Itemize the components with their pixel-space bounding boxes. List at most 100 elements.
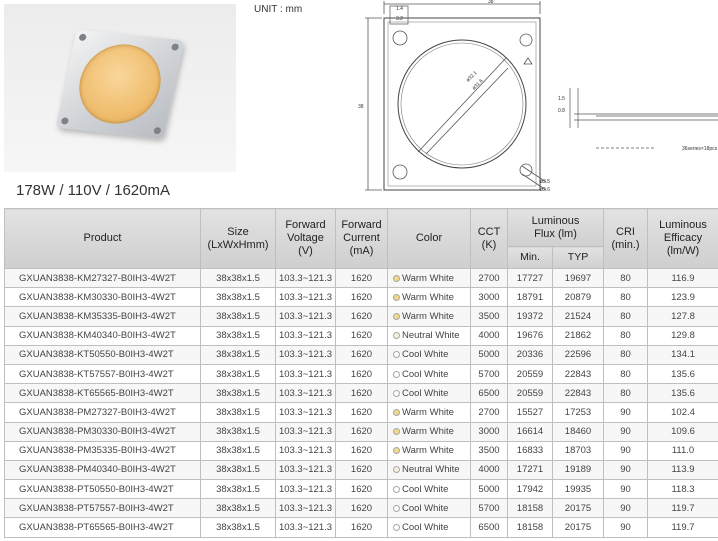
- flux-typ-cell: 19189: [551, 459, 605, 481]
- product-cell: GXUAN3838-PT50550-B0IH3-4W2T: [4, 479, 201, 500]
- color-label: Cool White: [402, 349, 449, 361]
- efficacy-cell: 116.9: [647, 267, 718, 289]
- table-row: GXUAN3838-KM27327-B0IH3-4W2T 38x38x1.5 103…: [4, 267, 718, 289]
- side-view-drawing: 1.5 0.8 36series×18pcs: [558, 88, 718, 152]
- voltage-cell: 103.3~121.3: [275, 421, 336, 442]
- table-row: GXUAN3838-KM40340-B0IH3-4W2T 38x38x1.5 103…: [4, 325, 718, 346]
- color-label: Warm White: [402, 426, 454, 438]
- color-label: Neutral White: [402, 330, 460, 342]
- flux-typ-cell: 20175: [551, 498, 605, 519]
- flux-typ-cell: 21862: [551, 325, 605, 346]
- voltage-cell: 103.3~121.3: [275, 306, 336, 327]
- header-flux-typ: TYP: [551, 246, 605, 269]
- header-forward-current: Forward Current (mA): [335, 208, 388, 269]
- cct-cell: 5700: [470, 363, 508, 385]
- color-cell: Neutral White: [387, 459, 471, 481]
- color-label: Cool White: [402, 368, 449, 380]
- efficacy-cell: 102.4: [647, 402, 718, 423]
- color-label: Warm White: [402, 272, 454, 284]
- table-row: GXUAN3838-KM30330-B0IH3-4W2T 38x38x1.5 103…: [4, 287, 718, 308]
- flux-typ-cell: 17253: [551, 402, 605, 423]
- size-cell: 38x38x1.5: [200, 421, 276, 442]
- efficacy-cell: 111.0: [647, 440, 718, 461]
- cct-cell: 6500: [470, 517, 508, 538]
- size-cell: 38x38x1.5: [200, 402, 276, 423]
- voltage-cell: 103.3~121.3: [275, 325, 336, 346]
- flux-min-cell: 20559: [507, 383, 553, 404]
- color-swatch-icon: [393, 485, 400, 493]
- color-label: Cool White: [402, 522, 449, 534]
- color-cell: Warm White: [387, 306, 471, 327]
- mounting-hole-outline: [392, 30, 408, 46]
- current-cell: 1620: [335, 344, 388, 365]
- product-cell: GXUAN3838-KM35335-B0IH3-4W2T: [4, 306, 201, 327]
- color-cell: Warm White: [387, 440, 471, 461]
- voltage-cell: 103.3~121.3: [275, 498, 336, 519]
- voltage-cell: 103.3~121.3: [275, 459, 336, 481]
- hole-b-value: ø2.6: [540, 187, 550, 193]
- unit-label: UNIT : mm: [254, 4, 303, 15]
- flux-typ-cell: 20879: [551, 287, 605, 308]
- flux-min-cell: 17942: [507, 479, 553, 500]
- header-efficacy: Luminous Efficacy (lm/W): [647, 208, 718, 269]
- spec-table-body: GXUAN3838-KM27327-B0IH3-4W2T 38x38x1.5 103…: [4, 267, 718, 538]
- color-label: Warm White: [402, 406, 454, 418]
- cri-cell: 90: [603, 402, 649, 423]
- table-row: GXUAN3838-PM40340-B0IH3-4W2T 38x38x1.5 103…: [4, 459, 718, 481]
- table-row: GXUAN3838-KT65565-B0IH3-4W2T 38x38x1.5 103…: [4, 383, 718, 404]
- header-cri: CRI (min.): [603, 208, 649, 269]
- color-label: Cool White: [402, 387, 449, 399]
- height-dimension: 1.5: [558, 96, 565, 102]
- current-cell: 1620: [335, 325, 388, 346]
- efficacy-cell: 118.3: [647, 479, 718, 500]
- color-label: Cool White: [402, 483, 449, 495]
- current-cell: 1620: [335, 306, 388, 327]
- efficacy-cell: 123.9: [647, 287, 718, 308]
- diameter-b-value: ø31.6: [471, 78, 484, 91]
- color-cell: Cool White: [387, 498, 471, 519]
- current-cell: 1620: [335, 479, 388, 500]
- color-cell: Cool White: [387, 517, 471, 538]
- emitting-area-circle: [397, 39, 527, 169]
- rating-caption: 178W / 110V / 1620mA: [16, 182, 170, 199]
- cri-cell: 90: [603, 440, 649, 461]
- phosphor-area: [71, 40, 169, 128]
- size-cell: 38x38x1.5: [200, 383, 276, 404]
- color-swatch-icon: [393, 351, 400, 359]
- cri-cell: 90: [603, 479, 649, 500]
- size-cell: 38x38x1.5: [200, 363, 276, 385]
- color-cell: Cool White: [387, 383, 471, 404]
- header-cct: CCT (K): [470, 208, 508, 269]
- small-dimension-a: 1.4: [396, 6, 403, 12]
- product-photo: [4, 4, 236, 172]
- current-cell: 1620: [335, 498, 388, 519]
- product-cell: GXUAN3838-PM35335-B0IH3-4W2T: [4, 440, 201, 461]
- substrate-outline: [383, 17, 541, 191]
- size-cell: 38x38x1.5: [200, 325, 276, 346]
- size-cell: 38x38x1.5: [200, 517, 276, 538]
- cri-cell: 80: [603, 267, 649, 289]
- color-swatch-icon: [393, 408, 400, 416]
- table-row: GXUAN3838-PT50550-B0IH3-4W2T 38x38x1.5 103…: [4, 479, 718, 500]
- size-cell: 38x38x1.5: [200, 287, 276, 308]
- mounting-hole: [78, 33, 87, 42]
- flux-typ-cell: 19935: [551, 479, 605, 500]
- flux-min-cell: 18158: [507, 517, 553, 538]
- current-cell: 1620: [335, 421, 388, 442]
- color-swatch-icon: [393, 428, 400, 436]
- flux-typ-cell: 19697: [551, 267, 605, 289]
- side-dimension-value: 38: [358, 104, 364, 110]
- product-cell: GXUAN3838-KM40340-B0IH3-4W2T: [4, 325, 201, 346]
- current-cell: 1620: [335, 267, 388, 289]
- cct-cell: 2700: [470, 402, 508, 423]
- spec-table: Product Size (LxWxHmm) Forward Voltage (V) …: [4, 208, 718, 538]
- voltage-cell: 103.3~121.3: [275, 383, 336, 404]
- flux-typ-cell: 18460: [551, 421, 605, 442]
- cct-cell: 5000: [470, 479, 508, 500]
- cct-cell: 4000: [470, 459, 508, 481]
- flux-typ-cell: 20175: [551, 517, 605, 538]
- efficacy-cell: 135.6: [647, 363, 718, 385]
- product-cell: GXUAN3838-KT65565-B0IH3-4W2T: [4, 383, 201, 404]
- color-cell: Neutral White: [387, 325, 471, 346]
- flux-min-cell: 15527: [507, 402, 553, 423]
